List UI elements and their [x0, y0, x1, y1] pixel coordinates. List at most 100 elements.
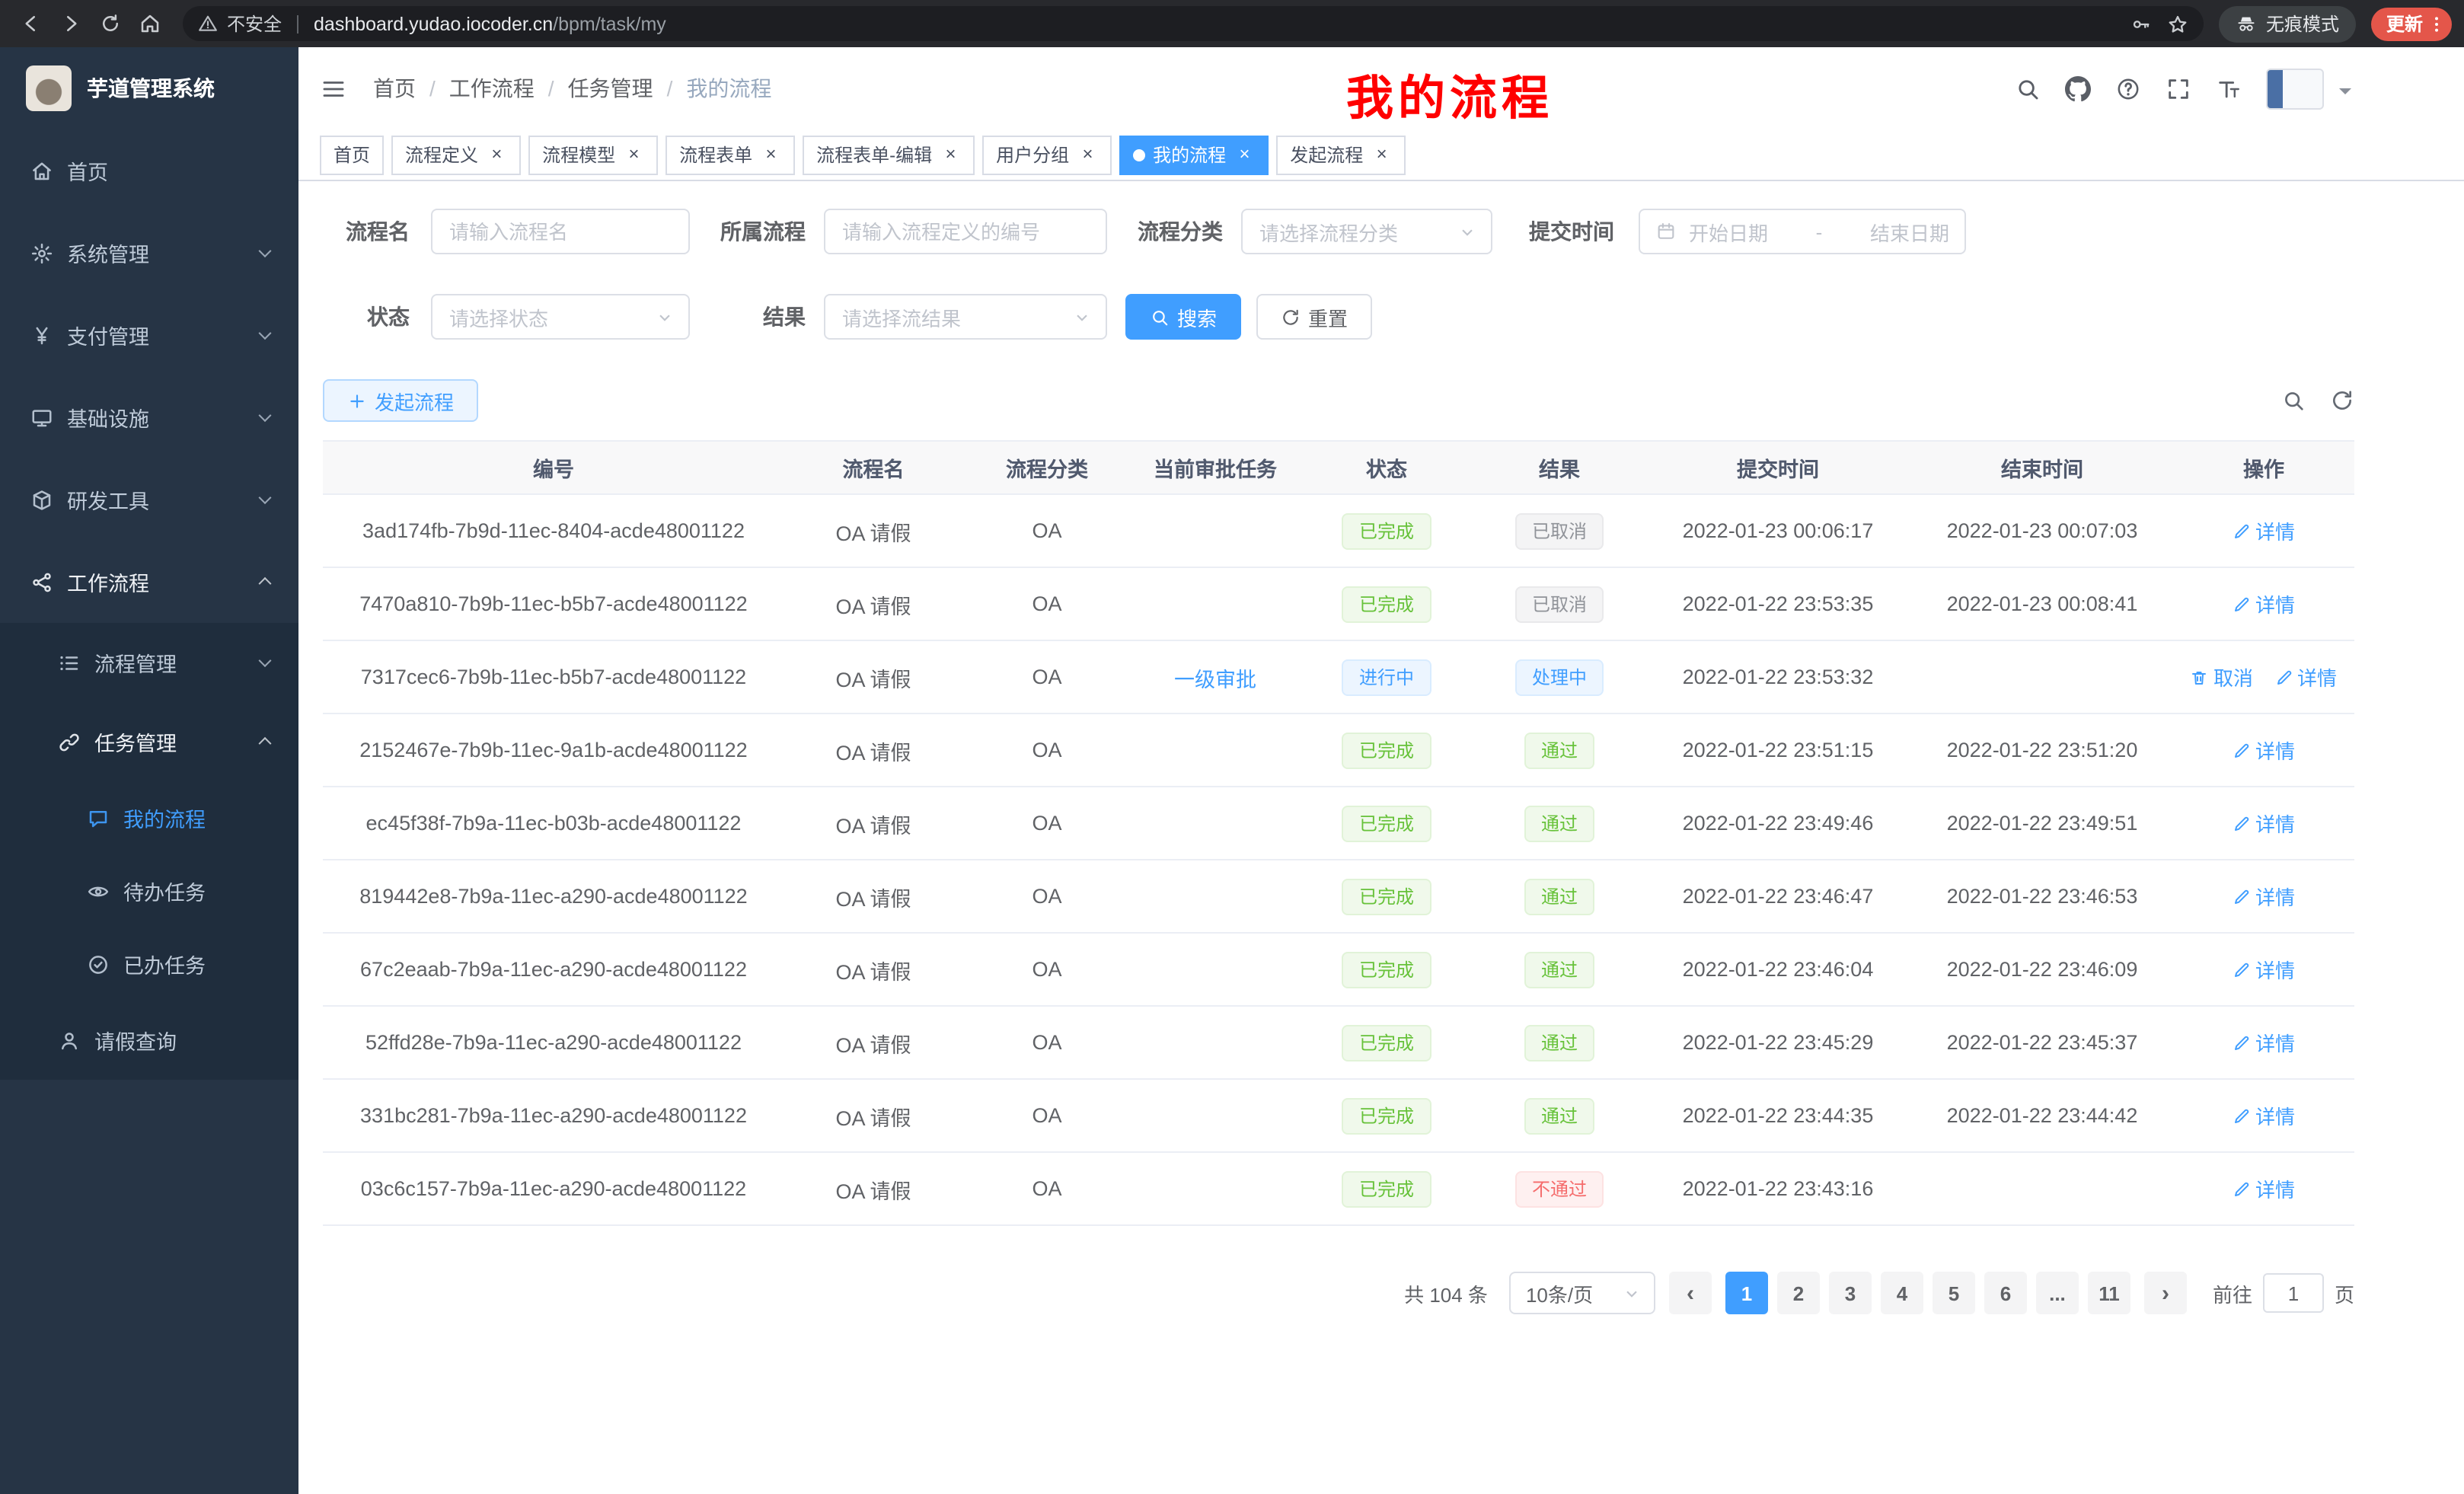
incognito-badge[interactable]: 无痕模式 [2219, 5, 2356, 42]
sidebar-item-system[interactable]: 系统管理 [0, 212, 298, 294]
process-name-input[interactable] [431, 209, 690, 254]
tab-start-process[interactable]: 发起流程 × [1276, 135, 1406, 174]
cell-category: OA [962, 739, 1131, 761]
op-label: 详情 [2255, 1174, 2295, 1203]
detail-link[interactable]: 详情 [2233, 589, 2295, 618]
tab-process-form-edit[interactable]: 流程表单-编辑 × [803, 135, 975, 174]
category-select[interactable]: 请选择流程分类 [1241, 209, 1492, 254]
sidebar-item-infrastructure[interactable]: 基础设施 [0, 376, 298, 458]
tab-close-icon[interactable]: × [940, 144, 961, 165]
detail-link[interactable]: 详情 [2274, 662, 2337, 691]
search-icon[interactable] [2015, 75, 2041, 101]
current-task-link[interactable]: 一级审批 [1174, 668, 1256, 691]
sidebar-item-dev-tools[interactable]: 研发工具 [0, 458, 298, 541]
user-icon [58, 1029, 81, 1052]
tab-close-icon[interactable]: × [486, 144, 507, 165]
update-label: 更新 [2386, 11, 2423, 37]
browser-back-button[interactable] [12, 5, 49, 42]
tab-process-definition[interactable]: 流程定义 × [391, 135, 521, 174]
search-button[interactable]: 搜索 [1125, 294, 1241, 340]
trash-icon [2191, 668, 2209, 686]
tab-close-icon[interactable]: × [623, 144, 644, 165]
sidebar-item-workflow[interactable]: 工作流程 [0, 541, 298, 623]
page-size-select[interactable]: 10条/页 [1509, 1272, 1655, 1314]
result-select[interactable]: 请选择流结果 [824, 294, 1107, 340]
sidebar-item-my-process[interactable]: 我的流程 [0, 781, 298, 854]
detail-link[interactable]: 详情 [2233, 1101, 2295, 1130]
hamburger-icon[interactable] [320, 75, 347, 101]
github-icon[interactable] [2065, 75, 2091, 101]
tab-process-form[interactable]: 流程表单 × [665, 135, 795, 174]
tab-close-icon[interactable]: × [1077, 144, 1098, 165]
fullscreen-icon[interactable] [2166, 75, 2191, 101]
help-icon[interactable] [2115, 75, 2141, 101]
sidebar-item-process-management[interactable]: 流程管理 [0, 623, 298, 702]
page-button-3[interactable]: 3 [1829, 1272, 1872, 1314]
prev-page-button[interactable]: ‹ [1669, 1272, 1712, 1314]
browser-menu-icon[interactable] [2426, 13, 2447, 34]
sidebar-item-task-management[interactable]: 任务管理 [0, 702, 298, 781]
detail-link[interactable]: 详情 [2233, 882, 2295, 911]
sidebar-item-done-task[interactable]: 已办任务 [0, 927, 298, 1001]
detail-link[interactable]: 详情 [2233, 955, 2295, 984]
browser-reload-button[interactable] [91, 5, 128, 42]
yen-icon [30, 324, 53, 346]
tab-user-group[interactable]: 用户分组 × [982, 135, 1112, 174]
detail-link[interactable]: 详情 [2233, 1174, 2295, 1203]
search-button-label: 搜索 [1177, 302, 1217, 331]
user-avatar[interactable] [2266, 68, 2324, 109]
sidebar-item-payment[interactable]: 支付管理 [0, 294, 298, 376]
start-process-button[interactable]: 发起流程 [323, 379, 478, 422]
reset-button[interactable]: 重置 [1256, 294, 1372, 340]
next-page-button[interactable]: › [2144, 1272, 2187, 1314]
sidebar-item-home[interactable]: 首页 [0, 129, 298, 212]
cell-category: OA [962, 885, 1131, 908]
edit-icon [2233, 1106, 2251, 1125]
sidebar-item-label: 首页 [67, 155, 108, 186]
sidebar-item-todo-task[interactable]: 待办任务 [0, 854, 298, 927]
bookmark-star-icon[interactable] [2167, 13, 2188, 34]
column-header: 结果 [1474, 452, 1645, 483]
page-ellipsis[interactable]: ... [2036, 1272, 2079, 1314]
address-bar[interactable]: 不安全 dashboard.yudao.iocoder.cn /bpm/task… [183, 6, 2204, 41]
page-button-11[interactable]: 11 [2088, 1272, 2130, 1314]
browser-forward-button[interactable] [52, 5, 88, 42]
cell-id: 7470a810-7b9b-11ec-b5b7-acde48001122 [323, 592, 784, 615]
sidebar-item-leave-query[interactable]: 请假查询 [0, 1001, 298, 1080]
password-key-icon[interactable] [2130, 13, 2152, 34]
status-select[interactable]: 请选择状态 [431, 294, 690, 340]
detail-link[interactable]: 详情 [2233, 516, 2295, 545]
breadcrumb-item[interactable]: 首页 [373, 73, 416, 104]
table-refresh-icon[interactable] [2330, 388, 2354, 413]
page-button-4[interactable]: 4 [1881, 1272, 1923, 1314]
page-button-5[interactable]: 5 [1933, 1272, 1975, 1314]
browser-home-button[interactable] [131, 5, 168, 42]
detail-link[interactable]: 详情 [2233, 809, 2295, 838]
process-definition-input[interactable] [824, 209, 1107, 254]
app-logo[interactable]: 芋道管理系统 [0, 47, 298, 129]
page-button-1[interactable]: 1 [1725, 1272, 1768, 1314]
caret-down-icon[interactable] [2339, 88, 2351, 101]
detail-link[interactable]: 详情 [2233, 1028, 2295, 1057]
tab-close-icon[interactable]: × [1234, 144, 1255, 165]
tab-my-process[interactable]: 我的流程 × [1119, 135, 1269, 174]
sidebar-item-label: 研发工具 [67, 484, 149, 515]
tab-close-icon[interactable]: × [1371, 144, 1392, 165]
font-size-icon[interactable] [2216, 75, 2242, 101]
submit-time-range-picker[interactable]: 开始日期 - 结束日期 [1639, 209, 1966, 254]
toggle-search-icon[interactable] [2281, 388, 2306, 413]
tab-label: 流程表单 [679, 142, 752, 168]
tab-close-icon[interactable]: × [760, 144, 781, 165]
tab-home[interactable]: 首页 [320, 135, 384, 174]
detail-link[interactable]: 详情 [2233, 736, 2295, 765]
goto-page-input[interactable] [2263, 1273, 2324, 1313]
status-tag: 已完成 [1342, 586, 1431, 622]
breadcrumb-item[interactable]: 任务管理 [568, 73, 653, 104]
browser-update-button[interactable]: 更新 [2371, 7, 2452, 40]
cancel-link[interactable]: 取消 [2191, 662, 2253, 691]
tab-process-model[interactable]: 流程模型 × [528, 135, 658, 174]
page-button-2[interactable]: 2 [1777, 1272, 1820, 1314]
cell-result: 通过 [1474, 1097, 1645, 1134]
breadcrumb-item[interactable]: 工作流程 [449, 73, 535, 104]
page-button-6[interactable]: 6 [1984, 1272, 2027, 1314]
